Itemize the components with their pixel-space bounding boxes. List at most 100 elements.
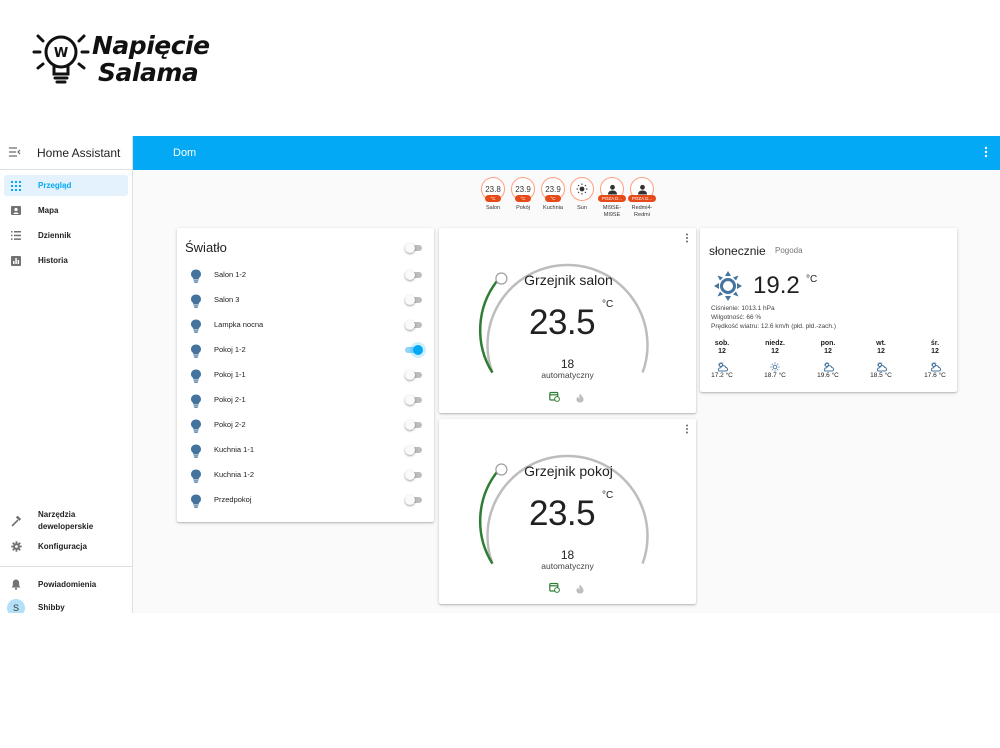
light-toggle[interactable]	[405, 320, 423, 330]
badge-unit-label: °C	[515, 195, 531, 202]
light-row[interactable]: Pokoj 2-2	[177, 413, 434, 438]
light-toggle[interactable]	[405, 470, 423, 480]
light-name: Pokoj 2-1	[214, 395, 246, 404]
light-row[interactable]: Kuchnia 1-2	[177, 463, 434, 488]
badge-unit-label: °C	[545, 195, 561, 202]
flame-icon[interactable]	[576, 390, 584, 408]
light-toggle[interactable]	[405, 345, 423, 355]
card-title: Światło	[185, 240, 227, 255]
badge-name-line-2: Redmi	[634, 211, 650, 218]
light-toggle[interactable]	[405, 395, 423, 405]
developer-tools-line-2: deweloperskie	[38, 522, 94, 531]
person-icon	[637, 184, 647, 194]
target-temperature: 18	[560, 357, 575, 371]
avatar: S	[7, 598, 25, 613]
lights-master-toggle[interactable]	[405, 243, 423, 253]
forecast-temperature: 18.7 °C	[764, 372, 786, 379]
lightbulb-icon[interactable]	[190, 319, 202, 333]
lightbulb-icon[interactable]	[190, 469, 202, 483]
forecast-day: sob. 12 17.2 °C	[705, 340, 739, 379]
chart-icon	[9, 254, 23, 268]
lightbulb-icon[interactable]	[190, 369, 202, 383]
menu-collapse-icon[interactable]	[9, 146, 23, 160]
forecast-temperature: 19.6 °C	[817, 372, 839, 379]
weather-card[interactable]: słonecznie Pogoda 19.2 °C Ciśnienie: 101…	[700, 228, 957, 392]
sidebar-item-notifications[interactable]: Powiadomienia	[4, 574, 128, 595]
badge-salon[interactable]: 23.8 °C Salon	[480, 177, 506, 212]
list-icon	[9, 229, 23, 243]
light-toggle[interactable]	[405, 420, 423, 430]
light-toggle[interactable]	[405, 370, 423, 380]
sidebar-item-mapa[interactable]: Mapa	[4, 200, 128, 221]
lightbulb-icon[interactable]	[190, 494, 202, 508]
light-toggle[interactable]	[405, 270, 423, 280]
brand-logo: W Napięcie Salama	[30, 26, 230, 96]
badge-name: Pokój	[516, 205, 530, 211]
sidebar-item-label: Narzędzia deweloperskie	[38, 509, 93, 533]
badge-name-line-1: MI9SE-	[602, 205, 622, 211]
hvac-mode: automatyczny	[541, 561, 594, 571]
sunny-icon	[713, 270, 743, 307]
light-toggle[interactable]	[405, 295, 423, 305]
temperature-unit: °C	[602, 490, 614, 501]
badge-pokoj[interactable]: 23.9 °C Pokój	[510, 177, 536, 212]
sidebar-item-historia[interactable]: Historia	[4, 250, 128, 271]
light-row[interactable]: Przedpokoj	[177, 488, 434, 513]
lightbulb-logo-icon: W	[32, 34, 90, 84]
gear-icon	[9, 540, 23, 554]
more-options-icon[interactable]	[984, 146, 988, 161]
lightbulb-icon[interactable]	[190, 269, 202, 283]
lightbulb-icon[interactable]	[190, 444, 202, 458]
logo-line-1: Napięcie	[92, 31, 210, 60]
sidebar-item-dziennik[interactable]: Dziennik	[4, 225, 128, 246]
forecast-day: wt. 12 18.5 °C	[864, 340, 898, 379]
card-more-options-icon[interactable]	[685, 424, 689, 437]
badge-name: MI9SE- MI9SE	[599, 205, 625, 218]
badge-kuchnia[interactable]: 23.9 °C Kuchnia	[540, 177, 566, 212]
sidebar-item-configuration[interactable]: Konfiguracja	[4, 536, 128, 557]
calendar-clock-icon[interactable]	[549, 389, 560, 407]
forecast-date: 12	[824, 348, 832, 355]
light-row[interactable]: Kuchnia 1-1	[177, 438, 434, 463]
thermostat-name: Grzejnik salon	[524, 272, 613, 288]
sunny-icon	[769, 359, 781, 372]
badge-name: Kuchnia	[543, 205, 563, 211]
sidebar-item-przeglad[interactable]: Przegląd	[4, 175, 128, 196]
lightbulb-icon[interactable]	[190, 294, 202, 308]
view-title: Dom	[173, 147, 197, 159]
badge-sun[interactable]: Sun	[569, 177, 595, 212]
light-row[interactable]: Lampka nocna	[177, 313, 434, 338]
forecast-day-name: śr.	[930, 340, 940, 347]
light-toggle[interactable]	[405, 445, 423, 455]
weather-entity-name: Pogoda	[775, 246, 803, 255]
calendar-clock-icon[interactable]	[549, 580, 560, 598]
light-name: Salon 3	[214, 295, 240, 304]
light-row[interactable]: Pokoj 2-1	[177, 388, 434, 413]
light-row[interactable]: Pokoj 1-2	[177, 338, 434, 363]
hvac-mode: automatyczny	[541, 370, 594, 380]
weather-wind: Prędkość wiatru: 12.6 km/h (płd. płd.-za…	[711, 323, 836, 330]
lightbulb-icon[interactable]	[190, 419, 202, 433]
light-row[interactable]: Pokoj 1-1	[177, 363, 434, 388]
partly-cloudy-icon	[822, 359, 835, 372]
current-temperature: 23.5	[529, 494, 596, 533]
light-row[interactable]: Salon 3	[177, 288, 434, 313]
forecast-date: 12	[931, 348, 939, 355]
lightbulb-icon[interactable]	[190, 344, 202, 358]
sidebar-item-developer-tools[interactable]: Narzędzia deweloperskie	[4, 508, 128, 534]
badge-person-mi9se[interactable]: POZA D... MI9SE- MI9SE	[598, 177, 626, 218]
partly-cloudy-icon	[875, 359, 888, 372]
badge-person-redmi4[interactable]: POZA D... Redmi4- Redmi	[628, 177, 656, 218]
light-row[interactable]: Salon 1-2	[177, 263, 434, 288]
light-name: Kuchnia 1-2	[214, 470, 255, 479]
user-name: Shibby	[38, 603, 65, 612]
lightbulb-icon[interactable]	[190, 394, 202, 408]
flame-icon[interactable]	[576, 581, 584, 599]
card-more-options-icon[interactable]	[685, 233, 689, 246]
light-toggle[interactable]	[405, 495, 423, 505]
forecast-day-name: niedz.	[765, 340, 785, 347]
light-name: Pokoj 1-2	[214, 345, 246, 354]
sidebar-item-user[interactable]: S Shibby	[4, 597, 128, 613]
forecast-temperature: 18.5 °C	[870, 372, 892, 379]
top-app-bar: Dom	[133, 136, 1000, 170]
